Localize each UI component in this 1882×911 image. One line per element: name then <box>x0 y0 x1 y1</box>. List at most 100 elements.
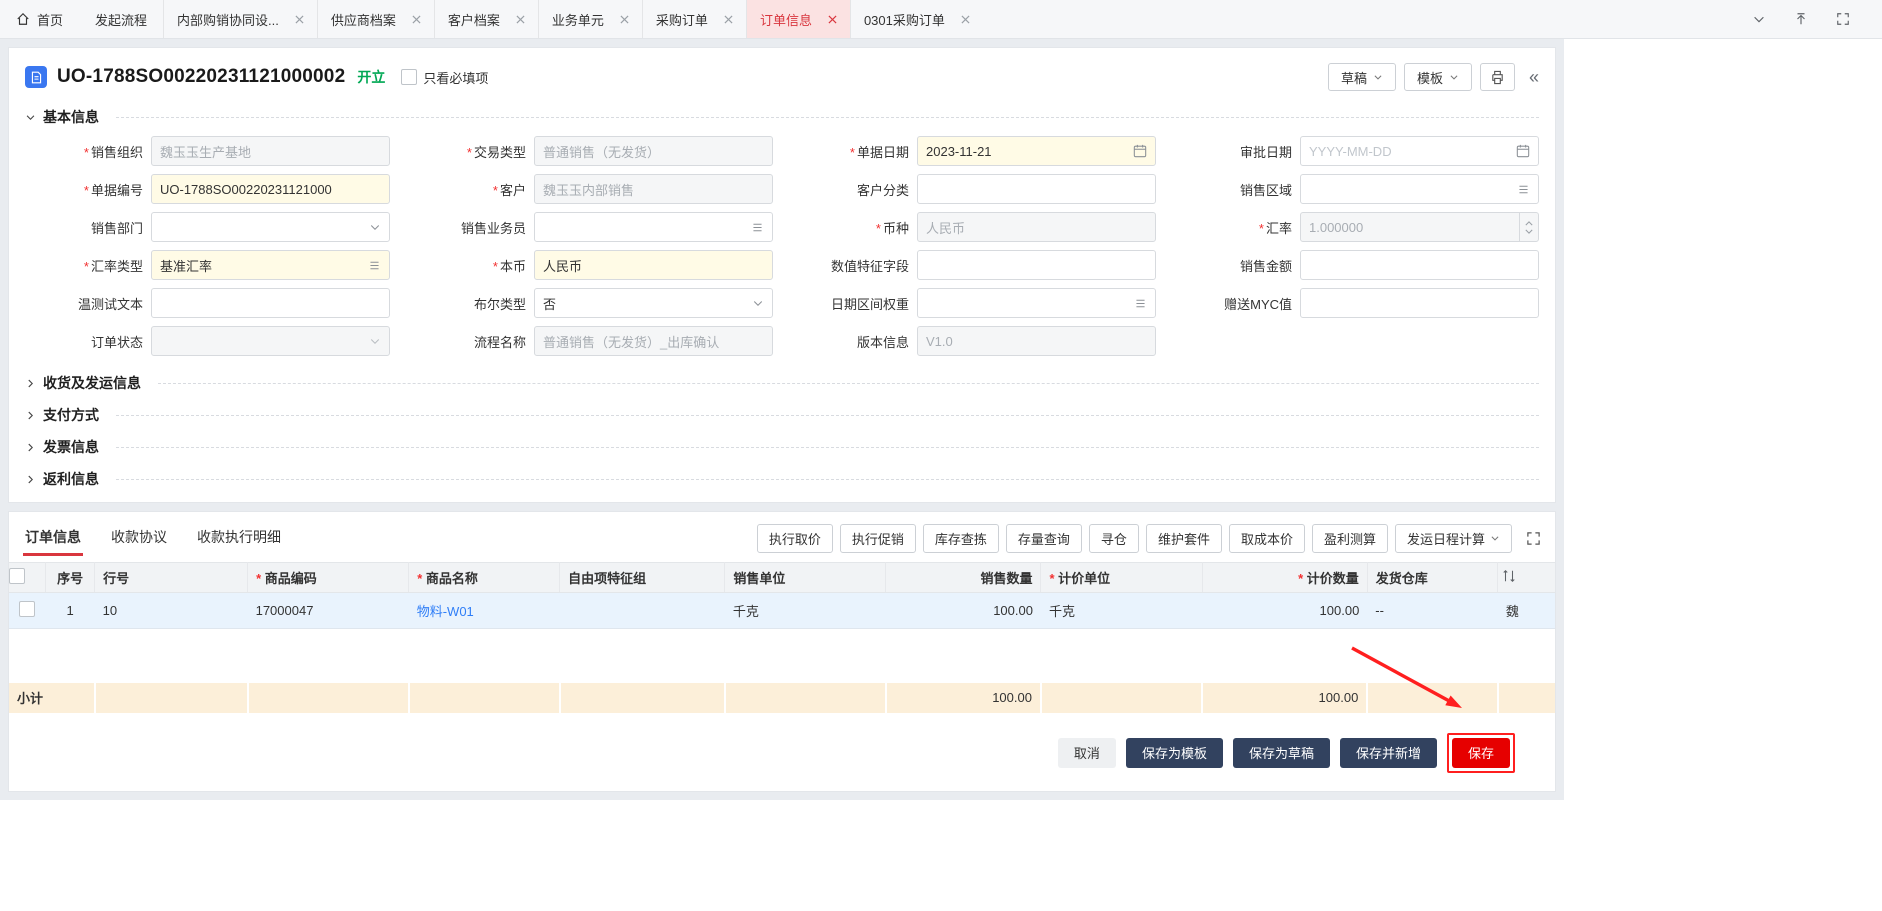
field-value: 1.000000 <box>1309 220 1513 235</box>
section-invoice[interactable]: 发票信息 <box>25 432 1539 462</box>
row-checkbox[interactable] <box>19 601 35 617</box>
cell-price-qty: 100.00 <box>1202 593 1367 629</box>
maintain-kit-button[interactable]: 维护套件 <box>1146 524 1222 553</box>
customer-field: 客户 魏玉玉内部销售 <box>408 174 773 204</box>
template-button[interactable]: 模板 <box>1404 63 1472 91</box>
tab-purchase-order[interactable]: 采购订单 <box>642 0 746 38</box>
section-basic-info[interactable]: 基本信息 <box>25 102 1539 132</box>
document-no-input[interactable]: UO-1788SO00220231121000 <box>151 174 390 204</box>
cancel-button[interactable]: 取消 <box>1058 738 1116 768</box>
save-and-new-button[interactable]: 保存并新增 <box>1340 738 1437 768</box>
tab-label: 供应商档案 <box>331 10 396 29</box>
tab-business-unit[interactable]: 业务单元 <box>538 0 642 38</box>
tab-label: 发起流程 <box>95 10 147 29</box>
field-label: 版本信息 <box>791 332 917 351</box>
section-title: 发票信息 <box>43 437 99 457</box>
save-as-draft-button[interactable]: 保存为草稿 <box>1233 738 1330 768</box>
detail-tab-order-info[interactable]: 订单信息 <box>23 520 83 556</box>
section-divider <box>116 479 1539 480</box>
detail-tab-collection-detail[interactable]: 收款执行明细 <box>195 520 283 556</box>
boolean-type-select[interactable]: 否 <box>534 288 773 318</box>
inventory-pick-button[interactable]: 库存查拣 <box>923 524 999 553</box>
list-picker-icon[interactable] <box>751 221 764 234</box>
col-line-no: 行号 <box>95 563 248 593</box>
table-header-row: 序号 行号 商品编码 商品名称 自由项特征组 销售单位 销售数量 计价单位 计价… <box>9 563 1555 593</box>
document-date-input[interactable]: 2023-11-21 <box>917 136 1156 166</box>
chevron-right-icon <box>25 410 36 421</box>
sales-department-select[interactable] <box>151 212 390 242</box>
profit-calc-button[interactable]: 盈利测算 <box>1312 524 1388 553</box>
fullscreen-icon[interactable] <box>1836 12 1850 26</box>
cost-price-button[interactable]: 取成本价 <box>1229 524 1305 553</box>
top-tab-bar: 首页 发起流程 内部购销协同设... 供应商档案 客户档案 业务单元 采购订单 … <box>0 0 1882 39</box>
tab-0301-purchase-order[interactable]: 0301采购订单 <box>850 0 983 38</box>
close-tab-icon[interactable] <box>961 15 970 24</box>
find-warehouse-button[interactable]: 寻仓 <box>1089 524 1139 553</box>
close-tab-icon[interactable] <box>516 15 525 24</box>
product-name-link[interactable]: 物料-W01 <box>417 604 474 619</box>
list-picker-icon[interactable] <box>1134 297 1147 310</box>
select-all-checkbox[interactable] <box>9 568 25 584</box>
stock-query-button[interactable]: 存量查询 <box>1006 524 1082 553</box>
chevron-down-icon[interactable] <box>369 221 381 233</box>
arrow-up-icon[interactable] <box>1794 12 1808 26</box>
sales-amount-input[interactable] <box>1300 250 1539 280</box>
approval-date-input[interactable]: YYYY-MM-DD <box>1300 136 1539 166</box>
salesperson-input[interactable] <box>534 212 773 242</box>
list-picker-icon[interactable] <box>1517 183 1530 196</box>
shipping-schedule-button[interactable]: 发运日程计算 <box>1395 524 1512 553</box>
exchange-rate-input: 1.000000 <box>1300 212 1539 242</box>
close-tab-icon[interactable] <box>295 15 304 24</box>
customer-input: 魏玉玉内部销售 <box>534 174 773 204</box>
section-rebate[interactable]: 返利信息 <box>25 464 1539 494</box>
cell-price-unit: 千克 <box>1041 593 1202 629</box>
tab-customer-archive[interactable]: 客户档案 <box>434 0 538 38</box>
section-divider <box>116 415 1539 416</box>
collapse-panel-icon[interactable]: « <box>1529 68 1539 86</box>
date-range-weight-input[interactable] <box>917 288 1156 318</box>
field-value: 人民币 <box>543 256 764 275</box>
close-tab-icon[interactable] <box>412 15 421 24</box>
cell-sales-qty: 100.00 <box>886 593 1041 629</box>
tab-home[interactable]: 首页 <box>0 0 79 38</box>
required-only-toggle[interactable]: 只看必填项 <box>401 68 488 87</box>
detail-tab-collection-agreement[interactable]: 收款协议 <box>109 520 169 556</box>
tab-label: 内部购销协同设... <box>177 10 279 29</box>
execute-promotion-button[interactable]: 执行促销 <box>840 524 916 553</box>
tab-order-info[interactable]: 订单信息 <box>746 0 850 38</box>
expand-grid-icon[interactable] <box>1526 531 1541 546</box>
calendar-icon <box>1516 144 1530 158</box>
draft-button-label: 草稿 <box>1341 68 1367 87</box>
chevron-down-icon[interactable] <box>752 297 764 309</box>
section-shipping[interactable]: 收货及发运信息 <box>25 368 1539 398</box>
table-row[interactable]: 1 10 17000047 物料-W01 千克 100.00 千克 100.00… <box>9 593 1555 629</box>
print-button[interactable] <box>1480 63 1515 91</box>
sales-region-input[interactable] <box>1300 174 1539 204</box>
cell-seq: 1 <box>46 593 95 629</box>
column-config-icon[interactable] <box>1498 563 1555 593</box>
close-tab-icon[interactable] <box>724 15 733 24</box>
numeric-feature-input[interactable] <box>917 250 1156 280</box>
exchange-rate-type-input[interactable]: 基准汇率 <box>151 250 390 280</box>
field-value: 魏玉玉内部销售 <box>543 180 764 199</box>
col-warehouse: 发货仓库 <box>1367 563 1498 593</box>
list-picker-icon[interactable] <box>368 259 381 272</box>
tab-supplier-archive[interactable]: 供应商档案 <box>317 0 434 38</box>
field-value: 普通销售（无发货）_出库确认 <box>543 332 764 351</box>
close-tab-icon[interactable] <box>828 15 837 24</box>
field-value: V1.0 <box>926 334 1147 349</box>
customer-category-input[interactable] <box>917 174 1156 204</box>
section-payment[interactable]: 支付方式 <box>25 400 1539 430</box>
checkbox-label: 只看必填项 <box>423 68 488 87</box>
temp-test-text-input[interactable] <box>151 288 390 318</box>
save-button[interactable]: 保存 <box>1452 738 1510 768</box>
close-tab-icon[interactable] <box>620 15 629 24</box>
gift-myc-input[interactable] <box>1300 288 1539 318</box>
local-currency-input[interactable]: 人民币 <box>534 250 773 280</box>
tab-initiate-process[interactable]: 发起流程 <box>79 0 163 38</box>
execute-pricing-button[interactable]: 执行取价 <box>757 524 833 553</box>
draft-button[interactable]: 草稿 <box>1328 63 1396 91</box>
tab-overflow-icon[interactable] <box>1752 12 1766 26</box>
tab-internal-purchase-sale[interactable]: 内部购销协同设... <box>163 0 317 38</box>
save-as-template-button[interactable]: 保存为模板 <box>1126 738 1223 768</box>
